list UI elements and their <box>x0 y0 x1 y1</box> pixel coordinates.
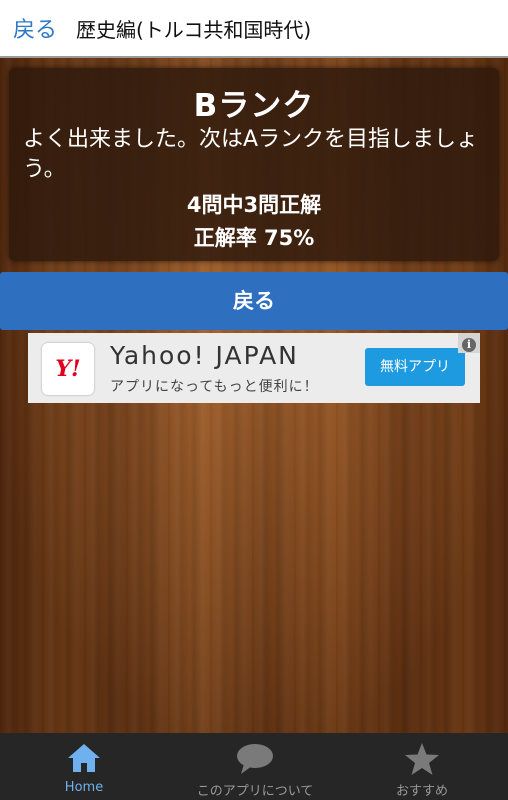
yahoo-logo-icon: Y! <box>42 343 94 395</box>
chat-bubble-icon <box>235 742 275 780</box>
ad-info-glyph: i <box>462 338 476 352</box>
ad-title: Yahoo! JAPAN <box>110 341 299 370</box>
rank-title: Bランク <box>193 88 315 124</box>
home-icon <box>66 742 102 778</box>
result-panel: Bランク よく出来ました。次はAランクを目指しましょう。 4問中3問正解 正解率… <box>9 68 499 261</box>
star-icon <box>404 742 440 780</box>
back-button[interactable]: 戻る <box>0 272 508 330</box>
score-text: 4問中3問正解 <box>186 193 322 217</box>
nav-home[interactable]: Home <box>34 733 134 800</box>
nav-about[interactable]: このアプリについて <box>180 733 330 800</box>
bottom-nav: Home このアプリについて おすすめ <box>0 733 508 800</box>
nav-home-label: Home <box>64 780 104 795</box>
ad-install-button[interactable]: 無料アプリ <box>365 348 465 386</box>
ad-subtitle: アプリになってもっと便利に！ <box>110 379 319 395</box>
ad-banner[interactable]: Y! Yahoo! JAPAN アプリになってもっと便利に！ 無料アプリ i <box>28 333 480 403</box>
nav-recommend-label: おすすめ <box>395 784 448 799</box>
nav-recommend[interactable]: おすすめ <box>372 733 472 800</box>
header-back-link[interactable]: 戻る <box>13 12 57 44</box>
page-title: 歴史編(トルコ共和国時代) <box>76 18 312 42</box>
nav-about-label: このアプリについて <box>196 784 314 799</box>
app-header: 戻る 歴史編(トルコ共和国時代) <box>0 0 508 58</box>
ad-info-icon[interactable]: i <box>458 333 480 353</box>
accuracy-rate: 正解率 75% <box>193 226 315 250</box>
result-message: よく出来ました。次はAランクを目指しましょう。 <box>23 127 479 182</box>
